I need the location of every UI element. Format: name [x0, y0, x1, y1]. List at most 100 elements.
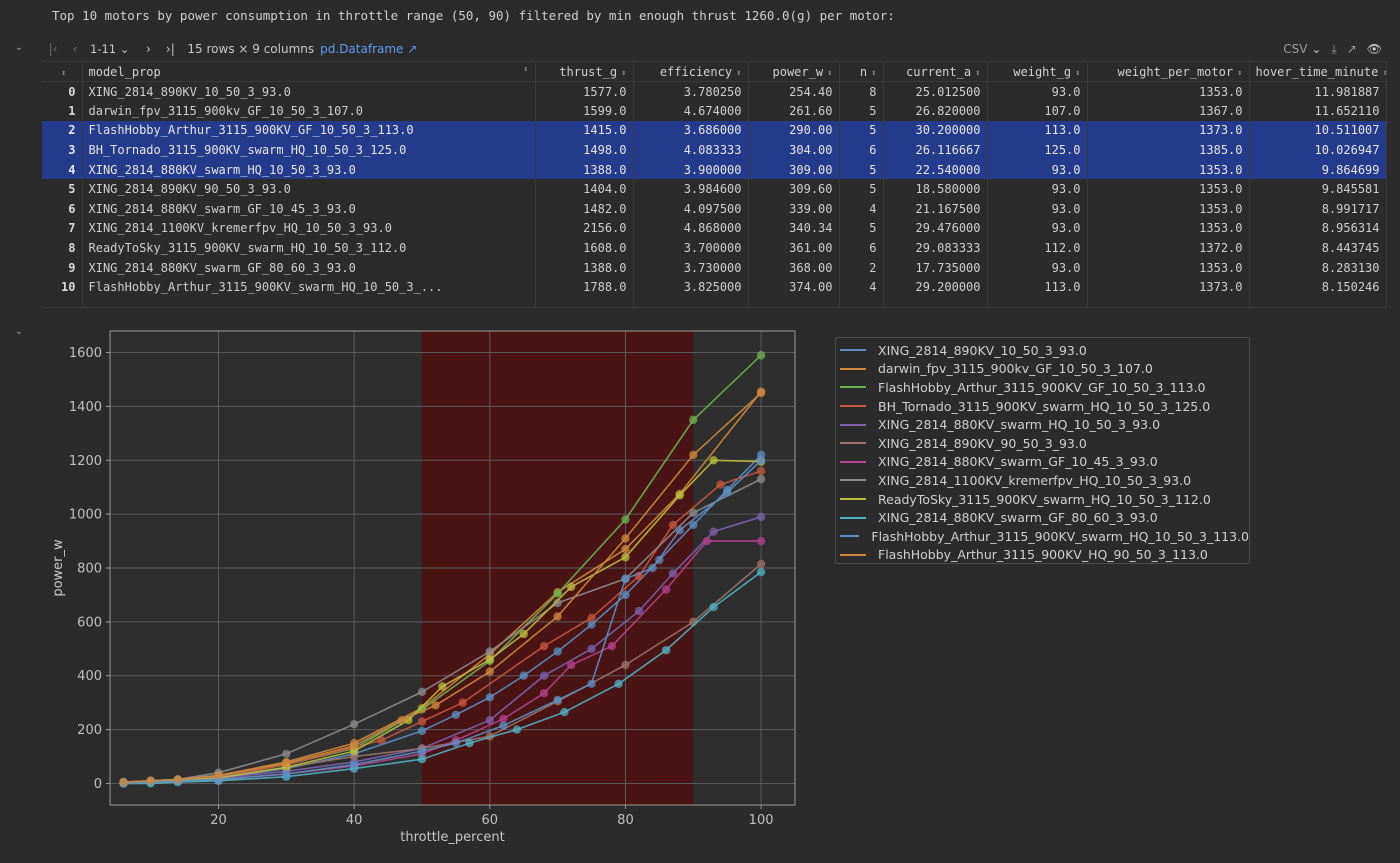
table-cell-n[interactable]: 6	[839, 140, 884, 160]
first-page-icon[interactable]: |‹	[42, 42, 64, 56]
table-cell-weight_g[interactable]: 107.0	[987, 101, 1088, 121]
table-cell-hover_time_minute[interactable]: 8.991717	[1249, 199, 1387, 219]
table-cell-model_prop[interactable]: XING_2814_880KV_swarm_HQ_10_50_3_93.0	[82, 159, 536, 180]
column-header-weight_per_motor[interactable]: weight_per_motor ⬍	[1087, 61, 1250, 82]
column-header-power_w[interactable]: power_w ⬍	[748, 61, 840, 82]
open-external-icon[interactable]: ↗	[1347, 42, 1357, 56]
collapse-plot-icon[interactable]: ⌄	[12, 326, 26, 338]
table-cell-n[interactable]: 2	[839, 257, 884, 278]
table-cell-n[interactable]: 4	[839, 199, 884, 219]
table-cell-efficiency[interactable]: 4.097500	[633, 199, 749, 219]
table-cell-model_prop[interactable]: XING_2814_880KV_swarm_GF_10_45_3_93.0	[82, 199, 536, 219]
table-cell-weight_per_motor[interactable]: 1353.0	[1087, 199, 1250, 219]
table-cell-hover_time_minute[interactable]: 8.283130	[1249, 257, 1387, 278]
table-cell-model_prop[interactable]: BH_Tornado_3115_900KV_swarm_HQ_10_50_3_1…	[82, 140, 536, 160]
table-cell-thrust_g[interactable]: 1599.0	[535, 101, 634, 121]
table-cell-n[interactable]: 5	[839, 179, 884, 200]
sort-icon[interactable]: ⬍	[827, 69, 832, 79]
dataframe-type-link[interactable]: pd.Dataframe ↗	[320, 42, 417, 56]
table-cell-n[interactable]: 6	[839, 238, 884, 258]
table-cell-thrust_g[interactable]: 1388.0	[535, 159, 634, 180]
sort-icon[interactable]: ⬍	[61, 69, 66, 79]
table-cell-model_prop[interactable]: FlashHobby_Arthur_3115_900KV_GF_10_50_3_…	[82, 120, 536, 141]
table-cell-weight_g[interactable]: 125.0	[987, 140, 1088, 160]
table-cell-thrust_g[interactable]: 1788.0	[535, 277, 634, 298]
table-cell-weight_per_motor[interactable]: 1373.0	[1087, 277, 1250, 298]
table-row[interactable]: 1 darwin_fpv_3115_900kv_GF_10_50_3_107.0 1…	[42, 101, 1387, 121]
prev-page-icon[interactable]: ‹	[64, 42, 86, 56]
table-cell-power_w[interactable]: 290.00	[748, 120, 840, 141]
table-cell-efficiency[interactable]: 3.686000	[633, 120, 749, 141]
table-cell-current_a[interactable]: 29.476000	[883, 218, 988, 239]
table-row[interactable]: 3 BH_Tornado_3115_900KV_swarm_HQ_10_50_3_…	[42, 140, 1387, 160]
table-row[interactable]: 4 XING_2814_880KV_swarm_HQ_10_50_3_93.0 13…	[42, 159, 1387, 180]
table-cell-power_w[interactable]: 340.34	[748, 218, 840, 239]
table-cell-efficiency[interactable]: 3.700000	[633, 238, 749, 258]
table-cell-thrust_g[interactable]: 1498.0	[535, 140, 634, 160]
table-cell-hover_time_minute[interactable]: 8.956314	[1249, 218, 1387, 239]
table-cell-efficiency[interactable]: 3.900000	[633, 159, 749, 180]
table-cell-hover_time_minute[interactable]: 10.511007	[1249, 120, 1387, 141]
table-cell-n[interactable]: 5	[839, 159, 884, 180]
table-cell-weight_g[interactable]: 93.0	[987, 218, 1088, 239]
column-header-current_a[interactable]: current_a ⬍	[883, 61, 988, 82]
table-cell-power_w[interactable]: 304.00	[748, 140, 840, 160]
table-cell-model_prop[interactable]: ReadyToSky_3115_900KV_swarm_HQ_10_50_3_1…	[82, 238, 536, 258]
table-cell-current_a[interactable]: 30.200000	[883, 120, 988, 141]
table-cell-efficiency[interactable]: 4.083333	[633, 140, 749, 160]
sort-icon[interactable]: ⬍	[1382, 69, 1387, 79]
table-cell-hover_time_minute[interactable]: 8.443745	[1249, 238, 1387, 258]
column-header-weight_g[interactable]: weight_g ⬍	[987, 61, 1088, 82]
table-row[interactable]: 7 XING_2814_1100KV_kremerfpv_HQ_10_50_3_9…	[42, 218, 1387, 239]
table-cell-hover_time_minute[interactable]: 9.864699	[1249, 159, 1387, 180]
table-cell-weight_g[interactable]: 93.0	[987, 81, 1088, 102]
eye-icon[interactable]: 👁	[1367, 42, 1382, 56]
table-cell-weight_g[interactable]: 93.0	[987, 199, 1088, 219]
table-cell-efficiency[interactable]: 4.868000	[633, 218, 749, 239]
table-row[interactable]: 6 XING_2814_880KV_swarm_GF_10_45_3_93.0 14…	[42, 199, 1387, 219]
table-cell-n[interactable]: 4	[839, 277, 884, 298]
table-cell-efficiency[interactable]: 3.825000	[633, 277, 749, 298]
column-header-hover_time_minute[interactable]: hover_time_minute ⬍	[1249, 61, 1388, 82]
table-row[interactable]: 0 XING_2814_890KV_10_50_3_93.0 1577.0 3.780…	[42, 81, 1387, 102]
table-cell-thrust_g[interactable]: 2156.0	[535, 218, 634, 239]
table-row[interactable]: 5 XING_2814_890KV_90_50_3_93.0 1404.0 3.984…	[42, 179, 1387, 200]
table-cell-weight_per_motor[interactable]: 1367.0	[1087, 101, 1250, 121]
sort-icon[interactable]: ⬍	[871, 69, 876, 79]
table-cell-weight_g[interactable]: 93.0	[987, 159, 1088, 180]
sort-icon[interactable]: ⬍	[736, 69, 741, 79]
table-cell-thrust_g[interactable]: 1608.0	[535, 238, 634, 258]
table-cell-model_prop[interactable]: darwin_fpv_3115_900kv_GF_10_50_3_107.0	[82, 101, 536, 121]
table-cell-current_a[interactable]: 26.116667	[883, 140, 988, 160]
table-cell-current_a[interactable]: 25.012500	[883, 81, 988, 102]
table-cell-efficiency[interactable]: 3.984600	[633, 179, 749, 200]
sort-icon[interactable]: ⬍	[1075, 69, 1080, 79]
sort-icon[interactable]: ⬍	[975, 69, 980, 79]
table-cell-current_a[interactable]: 21.167500	[883, 199, 988, 219]
table-cell-current_a[interactable]: 26.820000	[883, 101, 988, 121]
table-cell-hover_time_minute[interactable]: 10.026947	[1249, 140, 1387, 160]
column-header-efficiency[interactable]: efficiency ⬍	[633, 61, 749, 82]
last-page-icon[interactable]: ›|	[159, 42, 181, 56]
table-cell-weight_per_motor[interactable]: 1353.0	[1087, 81, 1250, 102]
sort-icon[interactable]: ⬍	[1237, 69, 1242, 79]
table-cell-weight_per_motor[interactable]: 1353.0	[1087, 159, 1250, 180]
sort-icon[interactable]: ⬍	[621, 69, 626, 79]
table-cell-weight_per_motor[interactable]: 1353.0	[1087, 218, 1250, 239]
column-header-model_prop[interactable]: model_prop ⬍	[82, 61, 536, 82]
table-cell-current_a[interactable]: 29.083333	[883, 238, 988, 258]
table-cell-model_prop[interactable]: XING_2814_1100KV_kremerfpv_HQ_10_50_3_93…	[82, 218, 536, 239]
table-cell-power_w[interactable]: 361.00	[748, 238, 840, 258]
table-cell-model_prop[interactable]: FlashHobby_Arthur_3115_900KV_swarm_HQ_10…	[82, 277, 536, 298]
table-cell-model_prop[interactable]: XING_2814_880KV_swarm_GF_80_60_3_93.0	[82, 257, 536, 278]
table-cell-hover_time_minute[interactable]: 8.150246	[1249, 277, 1387, 298]
table-cell-weight_per_motor[interactable]: 1353.0	[1087, 179, 1250, 200]
table-cell-thrust_g[interactable]: 1482.0	[535, 199, 634, 219]
sort-icon[interactable]: ⬍	[523, 65, 528, 75]
table-cell-weight_per_motor[interactable]: 1385.0	[1087, 140, 1250, 160]
table-cell-current_a[interactable]: 29.200000	[883, 277, 988, 298]
table-row[interactable]: 2 FlashHobby_Arthur_3115_900KV_GF_10_50_3…	[42, 120, 1387, 141]
table-cell-weight_g[interactable]: 113.0	[987, 277, 1088, 298]
page-range-select[interactable]: 1-11 ⌄	[90, 42, 129, 56]
table-cell-current_a[interactable]: 18.580000	[883, 179, 988, 200]
